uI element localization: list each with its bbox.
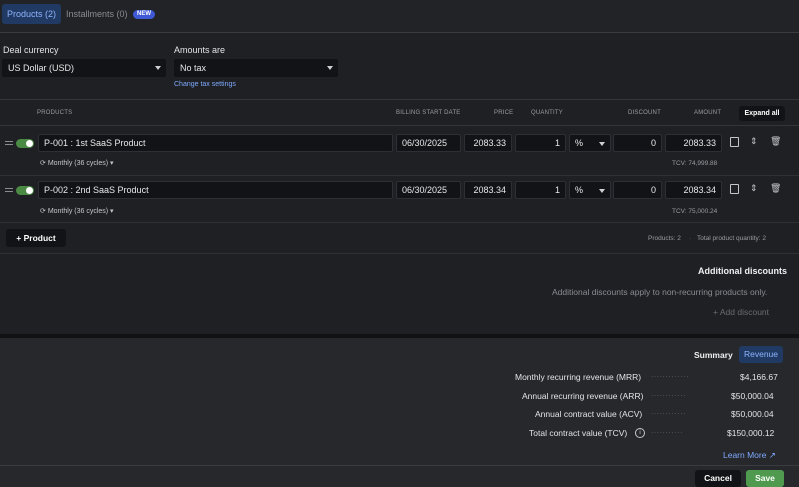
summary-row-label: Total contract value (TCV) — [529, 428, 628, 438]
tab-installments[interactable]: Installments (0) — [66, 4, 128, 24]
new-badge: NEW — [133, 10, 155, 19]
product-toggle[interactable] — [16, 186, 34, 195]
deal-currency-label: Deal currency — [3, 45, 59, 55]
row-divider — [0, 222, 799, 223]
drag-handle-icon[interactable] — [5, 141, 13, 145]
leader-dots: ............. — [651, 372, 690, 379]
discount-field[interactable]: 0 — [613, 134, 662, 152]
dot-separator: · — [689, 235, 692, 242]
add-product-button[interactable]: + Product — [6, 229, 66, 247]
billing-frequency-label: Monthly (36 cycles) — [47, 208, 109, 215]
add-product-label: Product — [23, 233, 56, 243]
header-price: PRICE — [494, 110, 514, 116]
product-name-field[interactable]: P-002 : 2nd SaaS Product — [38, 181, 393, 199]
cancel-button[interactable]: Cancel — [695, 470, 741, 487]
learn-more-link[interactable]: Learn More ↗ — [723, 450, 776, 461]
row-tcv: TCV: 75,000.24 — [672, 208, 718, 215]
save-button[interactable]: Save — [746, 470, 784, 487]
header-discount: DISCOUNT — [628, 110, 661, 116]
amount-field[interactable]: 2083.34 — [665, 181, 722, 199]
billing-start-date-field[interactable]: 06/30/2025 — [396, 181, 461, 199]
deal-currency-select[interactable]: US Dollar (USD) — [2, 59, 166, 77]
summary-row-label: Monthly recurring revenue (MRR) — [515, 372, 642, 382]
info-icon[interactable]: i — [635, 428, 645, 438]
total-product-quantity: Total product quantity: 2 — [697, 235, 767, 242]
chevron-down-icon — [599, 142, 605, 146]
chevron-down-icon — [155, 66, 161, 70]
billing-frequency-dropdown[interactable]: ⟳ Monthly (36 cycles) ▾ — [40, 207, 114, 215]
billing-frequency-label: Monthly (36 cycles) — [47, 160, 109, 167]
learn-more-label: Learn More — [723, 450, 767, 460]
discount-field[interactable]: 0 — [613, 181, 662, 199]
add-discount-label: Add discount — [719, 307, 770, 317]
tax-select[interactable]: No tax — [174, 59, 338, 77]
additional-discounts-title: Additional discounts — [698, 266, 787, 276]
discount-type-value: % — [575, 138, 584, 148]
trash-icon[interactable]: 🗑 — [770, 183, 781, 194]
discount-type-select[interactable]: % — [569, 181, 611, 199]
additional-discounts-note: Additional discounts apply to non-recurr… — [552, 287, 768, 297]
notes-icon[interactable] — [730, 137, 739, 147]
tax-value: No tax — [180, 63, 207, 73]
summary-row-value: $50,000.04 — [731, 391, 774, 401]
discount-type-select[interactable]: % — [569, 134, 611, 152]
discount-type-value: % — [575, 185, 584, 195]
row-tcv: TCV: 74,999.88 — [672, 160, 718, 167]
products-count: Products: 2 — [648, 235, 681, 242]
leader-dots: ............ — [651, 409, 687, 416]
price-field[interactable]: 2083.33 — [464, 134, 512, 152]
header-amount: AMOUNT — [694, 110, 722, 116]
add-discount-button[interactable]: + Add discount — [713, 307, 769, 317]
amounts-are-label: Amounts are — [174, 45, 226, 55]
change-tax-settings-link[interactable]: Change tax settings — [174, 81, 236, 88]
summary-row-value: $4,166.67 — [740, 372, 778, 382]
billing-start-date-field[interactable]: 06/30/2025 — [396, 134, 461, 152]
chevron-down-icon — [327, 66, 333, 70]
reorder-icon[interactable]: ⇕ — [750, 183, 758, 194]
tab-bar: Products (2) Installments (0) NEW — [0, 0, 799, 33]
summary-row-value: $50,000.04 — [731, 409, 774, 419]
quantity-field[interactable]: 1 — [515, 134, 566, 152]
billing-frequency-dropdown[interactable]: ⟳ Monthly (36 cycles) ▾ — [40, 159, 114, 167]
revenue-tab[interactable]: Revenue — [739, 346, 783, 363]
price-field[interactable]: 2083.34 — [464, 181, 512, 199]
product-name-field[interactable]: P-001 : 1st SaaS Product — [38, 134, 393, 152]
tab-products[interactable]: Products (2) — [2, 4, 62, 24]
deal-currency-value: US Dollar (USD) — [8, 63, 75, 73]
leader-dots: ........... — [651, 428, 684, 435]
amount-field[interactable]: 2083.33 — [665, 134, 722, 152]
chevron-down-icon — [599, 189, 605, 193]
summary-row-value: $150,000.12 — [727, 428, 775, 438]
expand-all-button[interactable]: Expand all — [739, 106, 785, 121]
summary-label: Summary — [694, 350, 733, 360]
notes-icon[interactable] — [730, 184, 739, 194]
leader-dots: ............ — [651, 391, 687, 398]
row-divider — [0, 175, 799, 176]
summary-row-label: Annual recurring revenue (ARR) — [522, 391, 644, 401]
section-divider — [0, 253, 799, 254]
reorder-icon[interactable]: ⇕ — [750, 136, 758, 147]
product-toggle[interactable] — [16, 139, 34, 148]
footer-divider — [0, 465, 799, 466]
header-billing-start-date: BILLING START DATE — [396, 110, 461, 116]
quantity-field[interactable]: 1 — [515, 181, 566, 199]
header-products: PRODUCTS — [37, 110, 73, 116]
drag-handle-icon[interactable] — [5, 188, 13, 192]
summary-row-label: Annual contract value (ACV) — [535, 409, 643, 419]
header-quantity: QUANTITY — [531, 110, 563, 116]
trash-icon[interactable]: 🗑 — [770, 136, 781, 147]
